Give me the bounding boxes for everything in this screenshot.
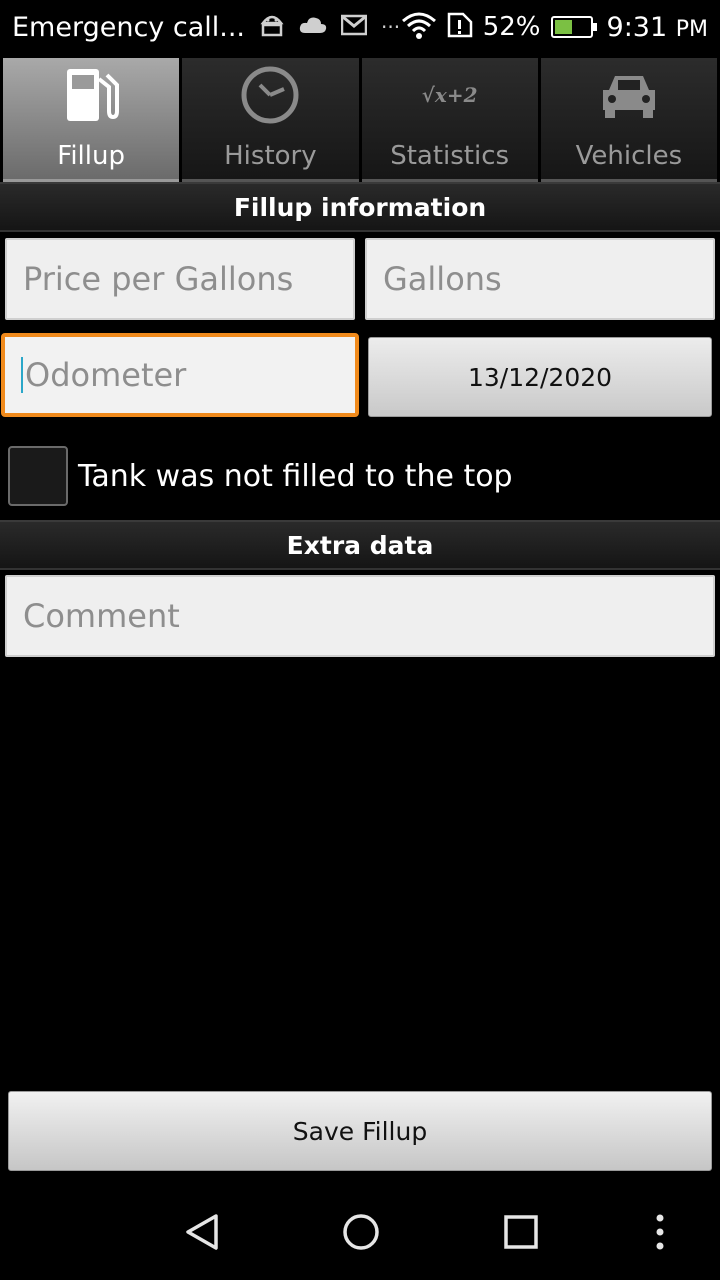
clock-icon (238, 63, 302, 127)
tank-not-full-checkbox[interactable] (8, 446, 68, 506)
formula-icon: √x+2 (418, 63, 482, 127)
android-debug-icon (259, 13, 285, 41)
car-icon (597, 63, 661, 127)
tab-history[interactable]: History (182, 58, 359, 182)
comment-input[interactable]: Comment (5, 575, 715, 657)
cloud-icon (299, 16, 327, 38)
date-picker-button[interactable]: 13/12/2020 (368, 337, 712, 417)
battery-percent: 52% (482, 12, 541, 42)
clock-ampm: PM (675, 16, 708, 42)
battery-icon (550, 16, 597, 38)
status-title: Emergency call... (12, 11, 246, 43)
price-placeholder: Price per Gallons (23, 260, 294, 298)
status-bar: Emergency call... ··· 52% 9:31 PM (0, 0, 720, 54)
home-button[interactable] (339, 1210, 383, 1254)
home-circle-icon (343, 1214, 379, 1250)
recents-square-icon (504, 1215, 538, 1249)
tab-label: History (224, 141, 317, 171)
odometer-input[interactable]: Odometer (1, 333, 359, 417)
clock-time: 9:31 (606, 11, 668, 43)
back-button[interactable] (180, 1210, 224, 1254)
formula-text: √x+2 (421, 83, 478, 107)
save-fillup-button[interactable]: Save Fillup (8, 1091, 712, 1171)
more-notifications-icon: ··· (381, 15, 401, 39)
sim-alert-icon (447, 12, 473, 42)
gallons-placeholder: Gallons (383, 260, 502, 298)
wifi-icon (401, 11, 437, 43)
gallons-input[interactable]: Gallons (365, 238, 715, 320)
text-cursor (21, 357, 23, 393)
navigation-bar (0, 1180, 720, 1280)
tab-label: Vehicles (575, 141, 683, 171)
battery-level (554, 20, 573, 34)
overflow-menu-button[interactable] (638, 1210, 682, 1254)
gmail-icon (340, 14, 368, 40)
recents-button[interactable] (499, 1210, 543, 1254)
section-header-extra: Extra data (0, 520, 720, 570)
status-right: 52% 9:31 PM (401, 11, 708, 43)
section-header-fillup: Fillup information (0, 182, 720, 232)
vertical-dots-icon (656, 1214, 664, 1250)
price-per-gallon-input[interactable]: Price per Gallons (5, 238, 355, 320)
tab-statistics[interactable]: √x+2 Statistics (361, 58, 538, 182)
tank-not-full-label: Tank was not filled to the top (78, 458, 513, 494)
tab-label: Fillup (57, 141, 125, 171)
notification-icons: ··· (259, 13, 400, 41)
tab-bar: Fillup History √x+2 Statistics Vehicles (0, 58, 720, 182)
clock: 9:31 PM (607, 12, 708, 43)
back-triangle-icon (186, 1214, 218, 1250)
comment-placeholder: Comment (23, 597, 180, 635)
tank-not-full-row[interactable]: Tank was not filled to the top (8, 446, 513, 506)
tab-label: Statistics (390, 141, 510, 171)
odometer-placeholder: Odometer (25, 356, 187, 394)
tab-vehicles[interactable]: Vehicles (540, 58, 717, 182)
tab-fillup[interactable]: Fillup (3, 58, 180, 182)
fuel-pump-icon (59, 63, 123, 127)
